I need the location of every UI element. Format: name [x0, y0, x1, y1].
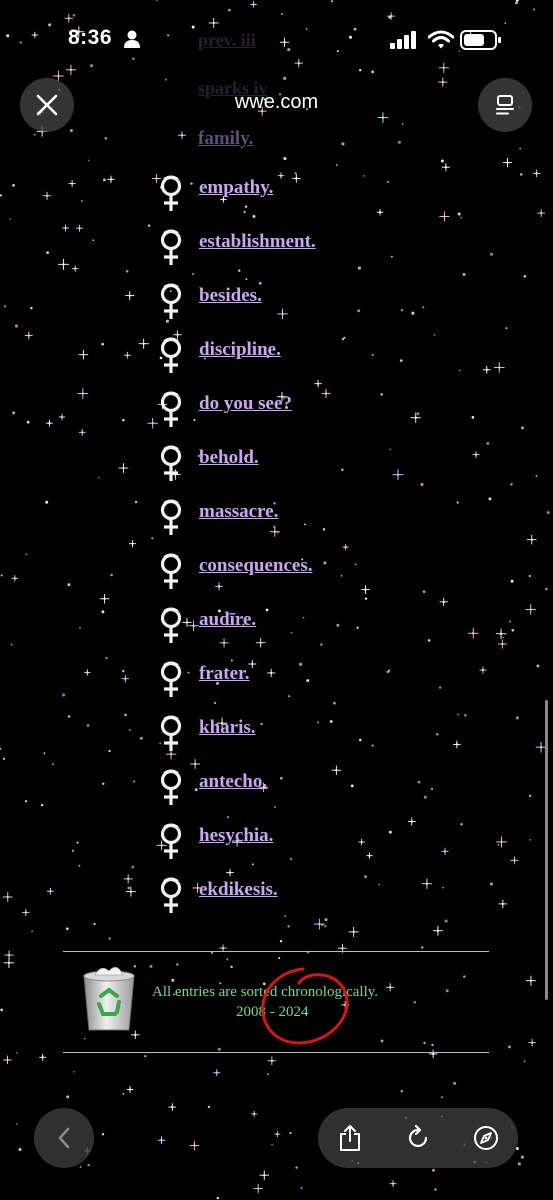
status-time: 8:36 [68, 26, 113, 49]
entry-row: audīre. [155, 607, 455, 649]
scroll-indicator[interactable] [545, 700, 548, 1000]
entry-row: consequences. [155, 553, 455, 595]
entry-link[interactable]: hesychia. [199, 825, 273, 847]
share-button[interactable] [334, 1122, 366, 1154]
entry-row: frater. [155, 661, 455, 703]
venus-symbol-icon [160, 823, 182, 859]
red-circle-annotation [261, 967, 349, 1045]
entry-link[interactable]: besides. [199, 285, 262, 307]
chevron-left-icon [58, 1127, 70, 1149]
venus-symbol-icon [160, 175, 182, 211]
venus-symbol-icon [160, 445, 182, 481]
bottom-toolbar [0, 1100, 553, 1200]
venus-symbol-icon [160, 229, 182, 265]
entry-link[interactable]: establishment. [199, 231, 316, 253]
entry-row: ekdikesis. [155, 877, 455, 919]
entry-row: do you see? [155, 391, 455, 433]
venus-symbol-icon [160, 391, 182, 427]
venus-symbol-icon [160, 553, 182, 589]
venus-symbol-icon [160, 769, 182, 805]
compass-icon [474, 1126, 498, 1150]
battery-icon [460, 30, 501, 50]
entry-link[interactable]: discipline. [199, 339, 281, 361]
wifi-icon [428, 30, 454, 49]
entry-link[interactable]: behold. [199, 447, 259, 469]
entry-row: besides. [155, 283, 455, 325]
venus-symbol-icon [160, 499, 182, 535]
venus-symbol-icon [160, 283, 182, 319]
reload-icon [408, 1125, 428, 1147]
entry-row: kharis. [155, 715, 455, 757]
person-icon [124, 30, 140, 48]
venus-symbol-icon [160, 607, 182, 643]
toolbar-pill [318, 1108, 518, 1168]
entry-row: antecho. [155, 769, 455, 811]
venus-symbol-icon [160, 661, 182, 697]
entry-link[interactable]: empathy. [199, 177, 273, 199]
entry-link[interactable]: antecho. [199, 771, 267, 793]
entry-link[interactable]: massacre. [199, 501, 278, 523]
url-domain[interactable]: wwe.com [0, 91, 553, 114]
recycle-bin-icon [83, 966, 135, 1031]
share-icon [340, 1125, 360, 1151]
entry-link[interactable]: ekdikesis. [199, 879, 278, 901]
cellular-signal-icon [390, 31, 416, 49]
entry-link[interactable]: kharis. [199, 717, 256, 739]
back-button[interactable] [34, 1108, 94, 1168]
browser-toolbar: wwe.com [0, 78, 553, 134]
reload-button[interactable] [402, 1122, 434, 1154]
entry-link[interactable]: do you see? [199, 393, 292, 415]
divider-top [63, 951, 489, 952]
entry-row: massacre. [155, 499, 455, 541]
entry-link[interactable]: consequences. [199, 555, 312, 577]
page-format-icon [496, 95, 514, 115]
venus-symbol-icon [160, 715, 182, 751]
page-menu-button[interactable] [478, 78, 532, 132]
status-bar: 8:36 [0, 0, 553, 80]
entry-row: establishment. [155, 229, 455, 271]
entry-row: empathy. [155, 175, 455, 217]
entry-row: behold. [155, 445, 455, 487]
entry-row: hesychia. [155, 823, 455, 865]
venus-symbol-icon [160, 337, 182, 373]
entry-link[interactable]: frater. [199, 663, 249, 685]
entry-row: discipline. [155, 337, 455, 379]
entry-link[interactable]: audīre. [199, 609, 256, 631]
venus-symbol-icon [160, 877, 182, 913]
open-in-browser-button[interactable] [470, 1122, 502, 1154]
divider-bottom [63, 1052, 489, 1053]
